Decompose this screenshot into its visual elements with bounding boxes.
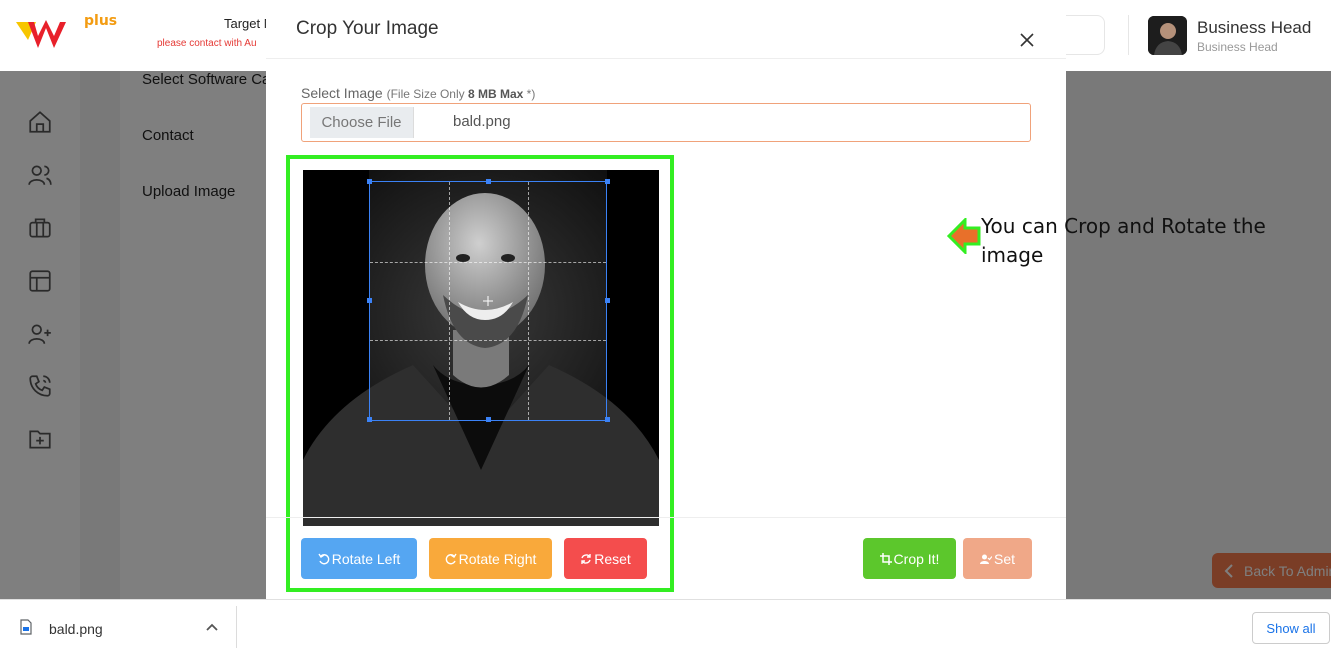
crop-handle-se[interactable] [605, 417, 610, 422]
size-note-bold: 8 MB Max [467, 87, 524, 101]
reset-label: Reset [594, 550, 631, 567]
crop-handle-w[interactable] [367, 298, 372, 303]
crop-canvas[interactable] [303, 170, 659, 526]
crop-selection-box[interactable] [367, 179, 610, 422]
refresh-icon [581, 553, 591, 564]
crop-center-icon [483, 296, 493, 306]
modal-title: Crop Your Image [296, 18, 439, 39]
crop-handle-nw[interactable] [367, 179, 372, 184]
user-check-icon [979, 554, 992, 564]
brand-logo[interactable]: plus [14, 8, 118, 58]
crop-button[interactable]: Crop It! [863, 538, 956, 579]
file-input[interactable]: Choose File bald.png [301, 103, 1031, 142]
select-image-label: Select Image (File Size Only 8 MB Max *) [301, 85, 535, 101]
size-note-suffix: *) [523, 87, 536, 101]
rotate-left-button[interactable]: Rotate Left [301, 538, 417, 579]
annotation-text: You can Crop and Rotate the image [981, 214, 1266, 267]
crop-guide-line [449, 182, 450, 420]
crop-handle-e[interactable] [605, 298, 610, 303]
reset-button[interactable]: Reset [564, 538, 647, 579]
choose-file-button[interactable]: Choose File [310, 107, 414, 138]
modal-header-divider [266, 58, 1066, 59]
crop-handle-s[interactable] [486, 417, 491, 422]
header-divider [1128, 15, 1129, 55]
file-image-icon [20, 619, 32, 635]
logo-plus-text: plus [84, 13, 118, 29]
annotation-arrow-icon [947, 218, 981, 254]
crop-icon [879, 552, 892, 565]
download-separator [236, 606, 237, 648]
rotate-right-label: Rotate Right [458, 550, 537, 567]
user-role: Business Head [1197, 40, 1278, 54]
crop-handle-sw[interactable] [367, 417, 372, 422]
download-bar: bald.png Show all [0, 599, 1331, 649]
crop-handle-n[interactable] [486, 179, 491, 184]
crop-image-modal: Crop Your Image Select Image (File Size … [266, 0, 1266, 599]
rotate-right-button[interactable]: Rotate Right [429, 538, 552, 579]
rotate-left-icon [318, 553, 330, 564]
select-image-text: Select Image [301, 85, 383, 101]
contact-warning-text: please contact with Au [157, 38, 257, 49]
modal-footer-divider [266, 517, 1066, 518]
avatar[interactable] [1148, 16, 1187, 55]
download-file-name[interactable]: bald.png [49, 621, 103, 637]
selected-file-name: bald.png [453, 113, 511, 130]
set-label: Set [993, 550, 1015, 567]
show-all-button[interactable]: Show all [1252, 612, 1330, 644]
chevron-up-icon[interactable] [205, 621, 219, 633]
crop-guide-line [370, 262, 606, 263]
crop-label: Crop It! [893, 550, 940, 567]
rotate-right-icon [445, 553, 457, 564]
size-note-prefix: (File Size Only [386, 87, 468, 101]
crop-guide-line [528, 182, 529, 420]
rotate-left-label: Rotate Left [331, 550, 401, 567]
crop-handle-ne[interactable] [605, 179, 610, 184]
crop-guide-line [370, 340, 606, 341]
user-name: Business Head [1197, 18, 1312, 37]
set-button[interactable]: Set [963, 538, 1032, 579]
close-icon[interactable] [1018, 31, 1036, 49]
